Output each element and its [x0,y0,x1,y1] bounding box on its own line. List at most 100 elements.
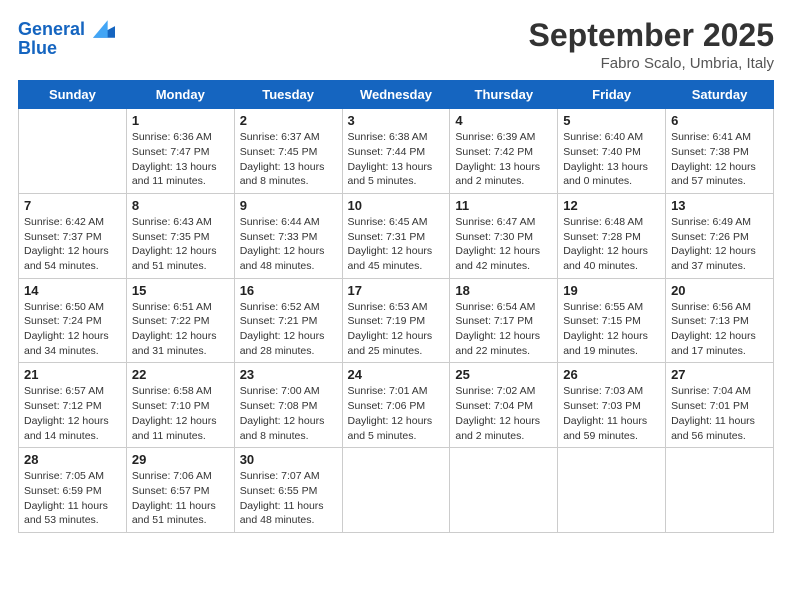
day-info: Sunrise: 7:04 AMSunset: 7:01 PMDaylight:… [671,384,768,443]
day-cell-28: 28 Sunrise: 7:05 AMSunset: 6:59 PMDayligh… [19,448,127,533]
page: General Blue September 2025 Fabro Scalo,… [0,0,792,612]
col-header-saturday: Saturday [666,81,774,109]
day-info: Sunrise: 6:56 AMSunset: 7:13 PMDaylight:… [671,300,768,359]
day-number: 18 [455,283,552,298]
day-number: 27 [671,367,768,382]
day-number: 12 [563,198,660,213]
empty-cell [558,448,666,533]
day-cell-12: 12 Sunrise: 6:48 AMSunset: 7:28 PMDayligh… [558,193,666,278]
day-number: 30 [240,452,337,467]
day-cell-4: 4 Sunrise: 6:39 AMSunset: 7:42 PMDaylight… [450,109,558,194]
day-cell-25: 25 Sunrise: 7:02 AMSunset: 7:04 PMDayligh… [450,363,558,448]
day-info: Sunrise: 6:53 AMSunset: 7:19 PMDaylight:… [348,300,445,359]
day-cell-16: 16 Sunrise: 6:52 AMSunset: 7:21 PMDayligh… [234,278,342,363]
day-number: 16 [240,283,337,298]
day-info: Sunrise: 6:37 AMSunset: 7:45 PMDaylight:… [240,130,337,189]
day-info: Sunrise: 6:48 AMSunset: 7:28 PMDaylight:… [563,215,660,274]
day-cell-18: 18 Sunrise: 6:54 AMSunset: 7:17 PMDayligh… [450,278,558,363]
week-row-3: 14 Sunrise: 6:50 AMSunset: 7:24 PMDayligh… [19,278,774,363]
logo-icon [93,18,115,40]
day-number: 3 [348,113,445,128]
day-info: Sunrise: 7:02 AMSunset: 7:04 PMDaylight:… [455,384,552,443]
day-info: Sunrise: 6:47 AMSunset: 7:30 PMDaylight:… [455,215,552,274]
day-info: Sunrise: 6:51 AMSunset: 7:22 PMDaylight:… [132,300,229,359]
day-cell-26: 26Sunrise: 7:03 AMSunset: 7:03 PMDayligh… [558,363,666,448]
day-number: 21 [24,367,121,382]
day-number: 19 [563,283,660,298]
day-cell-27: 27 Sunrise: 7:04 AMSunset: 7:01 PMDayligh… [666,363,774,448]
day-info: Sunrise: 6:36 AMSunset: 7:47 PMDaylight:… [132,130,229,189]
col-header-friday: Friday [558,81,666,109]
day-cell-8: 8Sunrise: 6:43 AMSunset: 7:35 PMDaylight… [126,193,234,278]
day-number: 29 [132,452,229,467]
day-number: 20 [671,283,768,298]
day-cell-3: 3 Sunrise: 6:38 AMSunset: 7:44 PMDaylight… [342,109,450,194]
day-info: Sunrise: 6:54 AMSunset: 7:17 PMDaylight:… [455,300,552,359]
day-info: Sunrise: 6:49 AMSunset: 7:26 PMDaylight:… [671,215,768,274]
day-number: 9 [240,198,337,213]
day-info: Sunrise: 6:45 AMSunset: 7:31 PMDaylight:… [348,215,445,274]
day-number: 10 [348,198,445,213]
day-number: 13 [671,198,768,213]
col-header-tuesday: Tuesday [234,81,342,109]
month-title: September 2025 [529,18,774,53]
day-info: Sunrise: 6:39 AMSunset: 7:42 PMDaylight:… [455,130,552,189]
day-number: 2 [240,113,337,128]
day-info: Sunrise: 6:57 AMSunset: 7:12 PMDaylight:… [24,384,121,443]
day-cell-15: 15 Sunrise: 6:51 AMSunset: 7:22 PMDayligh… [126,278,234,363]
week-row-1: 1Sunrise: 6:36 AMSunset: 7:47 PMDaylight… [19,109,774,194]
day-number: 14 [24,283,121,298]
day-number: 5 [563,113,660,128]
day-cell-23: 23 Sunrise: 7:00 AMSunset: 7:08 PMDayligh… [234,363,342,448]
day-cell-9: 9 Sunrise: 6:44 AMSunset: 7:33 PMDaylight… [234,193,342,278]
day-info: Sunrise: 6:52 AMSunset: 7:21 PMDaylight:… [240,300,337,359]
day-info: Sunrise: 6:50 AMSunset: 7:24 PMDaylight:… [24,300,121,359]
title-block: September 2025 Fabro Scalo, Umbria, Ital… [529,18,774,72]
day-info: Sunrise: 6:40 AMSunset: 7:40 PMDaylight:… [563,130,660,189]
day-cell-17: 17 Sunrise: 6:53 AMSunset: 7:19 PMDayligh… [342,278,450,363]
day-info: Sunrise: 7:00 AMSunset: 7:08 PMDaylight:… [240,384,337,443]
day-cell-14: 14 Sunrise: 6:50 AMSunset: 7:24 PMDayligh… [19,278,127,363]
empty-cell [342,448,450,533]
week-row-4: 21 Sunrise: 6:57 AMSunset: 7:12 PMDayligh… [19,363,774,448]
col-header-monday: Monday [126,81,234,109]
day-number: 24 [348,367,445,382]
day-info: Sunrise: 6:44 AMSunset: 7:33 PMDaylight:… [240,215,337,274]
day-cell-22: 22Sunrise: 6:58 AMSunset: 7:10 PMDayligh… [126,363,234,448]
day-info: Sunrise: 7:03 AMSunset: 7:03 PMDaylight:… [563,384,660,443]
day-number: 15 [132,283,229,298]
empty-cell [450,448,558,533]
empty-cell [19,109,127,194]
day-info: Sunrise: 6:55 AMSunset: 7:15 PMDaylight:… [563,300,660,359]
location: Fabro Scalo, Umbria, Italy [529,55,774,72]
day-cell-10: 10 Sunrise: 6:45 AMSunset: 7:31 PMDayligh… [342,193,450,278]
day-number: 8 [132,198,229,213]
day-info: Sunrise: 7:07 AMSunset: 6:55 PMDaylight:… [240,469,337,528]
day-number: 11 [455,198,552,213]
day-cell-21: 21 Sunrise: 6:57 AMSunset: 7:12 PMDayligh… [19,363,127,448]
day-cell-6: 6Sunrise: 6:41 AMSunset: 7:38 PMDaylight… [666,109,774,194]
day-number: 7 [24,198,121,213]
day-number: 4 [455,113,552,128]
day-info: Sunrise: 7:01 AMSunset: 7:06 PMDaylight:… [348,384,445,443]
day-number: 22 [132,367,229,382]
day-info: Sunrise: 7:05 AMSunset: 6:59 PMDaylight:… [24,469,121,528]
day-cell-20: 20 Sunrise: 6:56 AMSunset: 7:13 PMDayligh… [666,278,774,363]
day-info: Sunrise: 7:06 AMSunset: 6:57 PMDaylight:… [132,469,229,528]
calendar: SundayMondayTuesdayWednesdayThursdayFrid… [18,80,774,533]
day-cell-11: 11 Sunrise: 6:47 AMSunset: 7:30 PMDayligh… [450,193,558,278]
day-cell-29: 29 Sunrise: 7:06 AMSunset: 6:57 PMDayligh… [126,448,234,533]
day-number: 25 [455,367,552,382]
day-info: Sunrise: 6:41 AMSunset: 7:38 PMDaylight:… [671,130,768,189]
day-cell-13: 13 Sunrise: 6:49 AMSunset: 7:26 PMDayligh… [666,193,774,278]
col-header-thursday: Thursday [450,81,558,109]
logo: General Blue [18,18,115,59]
day-info: Sunrise: 6:42 AMSunset: 7:37 PMDaylight:… [24,215,121,274]
day-number: 23 [240,367,337,382]
header: General Blue September 2025 Fabro Scalo,… [18,18,774,72]
col-header-wednesday: Wednesday [342,81,450,109]
day-number: 17 [348,283,445,298]
day-info: Sunrise: 6:38 AMSunset: 7:44 PMDaylight:… [348,130,445,189]
day-number: 28 [24,452,121,467]
day-cell-1: 1Sunrise: 6:36 AMSunset: 7:47 PMDaylight… [126,109,234,194]
